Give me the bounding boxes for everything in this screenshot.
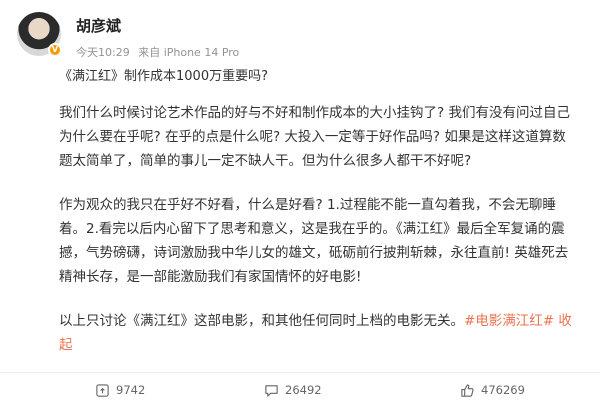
paragraph-2: 作为观众的我只在乎好不好看，什么是好看? 1.过程能不能一直勾着我，不会无聊睡着… (59, 197, 569, 285)
hashtag-link[interactable]: #电影满江红# (464, 313, 554, 329)
like-icon (461, 383, 474, 397)
post-title: 《满江红》制作成本1000万重要吗? (59, 69, 268, 84)
comment-button[interactable]: 26492 (264, 381, 322, 399)
post-content: 我们什么时候讨论艺术作品的好与不好和制作成本的大小挂钩了? 我们有没有问过自己为… (59, 101, 579, 377)
post-header: V 胡彦斌 今天10:29 来自 iPhone 14 Pro (17, 12, 577, 60)
username[interactable]: 胡彦斌 (76, 15, 121, 36)
repost-button[interactable]: 9742 (95, 381, 145, 399)
action-bar: 9742 26492 476269 (0, 372, 600, 403)
verified-badge-icon: V (48, 43, 62, 57)
paragraph-3: 以上只讨论《满江红》这部电影，和其他任何同时上档的电影无关。#电影满江红# 收起 (59, 309, 579, 357)
comment-icon (265, 384, 278, 397)
comment-count: 26492 (285, 383, 322, 397)
post-source: 来自 iPhone 14 Pro (138, 46, 240, 59)
post-time[interactable]: 今天10:29 (76, 46, 130, 59)
repost-count: 9742 (116, 383, 146, 397)
like-button[interactable]: 476269 (460, 381, 525, 399)
paragraph-1: 我们什么时候讨论艺术作品的好与不好和制作成本的大小挂钩了? 我们有没有问过自己为… (59, 105, 570, 169)
closing-text: 以上只讨论《满江红》这部电影，和其他任何同时上档的电影无关。 (59, 313, 464, 329)
like-count: 476269 (481, 383, 525, 397)
post-meta: 今天10:29 来自 iPhone 14 Pro (76, 44, 244, 60)
repost-icon (96, 383, 109, 397)
